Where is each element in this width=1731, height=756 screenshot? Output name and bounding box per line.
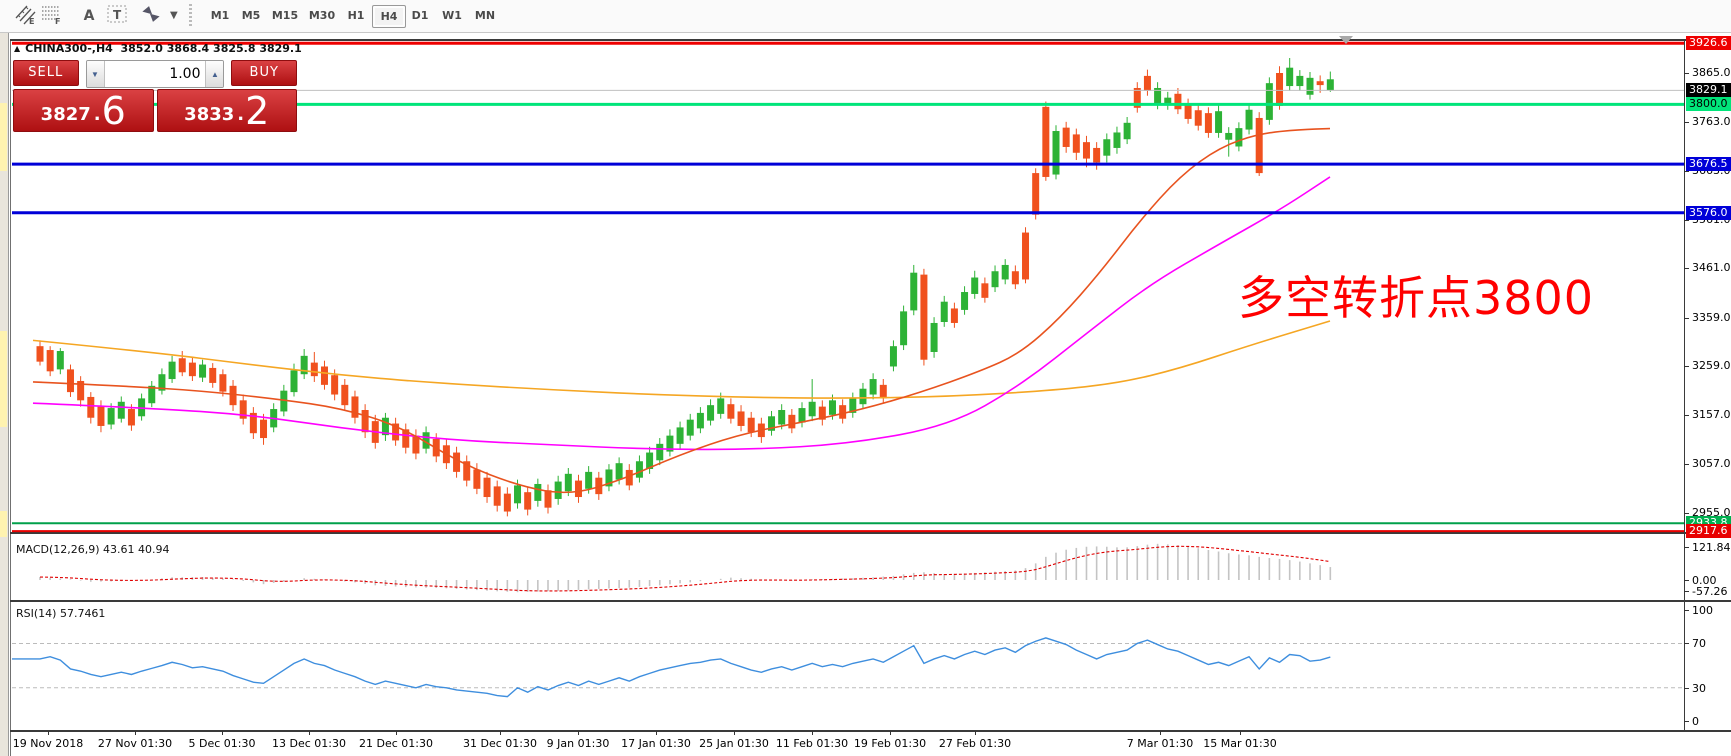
- price-line-label: 3576.0: [1686, 206, 1731, 220]
- chart-title-ohlc: 3852.0 3868.4 3825.8 3829.1: [120, 42, 301, 55]
- chart-title: ▲ CHINA300-,H4 3852.0 3868.4 3825.8 3829.…: [14, 42, 302, 55]
- price-line-label: 3800.0: [1686, 97, 1731, 111]
- macd-label: MACD(12,26,9) 43.61 40.94: [16, 543, 170, 556]
- collapse-triangle-icon[interactable]: ▲: [14, 44, 20, 53]
- volume-decrease-button[interactable]: ▼: [87, 61, 105, 87]
- buy-price-dot: .: [237, 102, 244, 128]
- sell-button[interactable]: SELL: [13, 60, 79, 86]
- volume-stepper: ▼ ▲: [86, 60, 225, 88]
- sell-price-pips: 6: [102, 94, 126, 128]
- buy-price-button[interactable]: 3833.2: [157, 89, 298, 132]
- volume-input[interactable]: [105, 61, 206, 87]
- chart-shift-marker-icon[interactable]: [1339, 36, 1353, 44]
- buy-price-pips: 2: [245, 94, 269, 128]
- price-line-label: 3676.5: [1686, 157, 1731, 171]
- one-click-trading-panel: SELL ▼ ▲ BUY 3827.6 3833.2: [13, 60, 297, 132]
- price-line-label: 3926.6: [1686, 36, 1731, 50]
- price-line-label: 2917.6: [1686, 524, 1731, 538]
- chart-annotation-text: 多空转折点3800: [1238, 262, 1594, 328]
- price-line-label: 3829.1: [1686, 83, 1731, 97]
- sell-price-button[interactable]: 3827.6: [13, 89, 154, 132]
- volume-increase-button[interactable]: ▲: [205, 61, 223, 87]
- sell-price-main: 3827: [41, 102, 91, 128]
- rsi-label: RSI(14) 57.7461: [16, 607, 105, 620]
- buy-price-main: 3833: [184, 102, 234, 128]
- mt4-terminal: E F A T ▼ M1M5M15M30H1H4D1W: [0, 0, 1731, 756]
- buy-button[interactable]: BUY: [231, 60, 297, 86]
- sell-price-dot: .: [94, 102, 101, 128]
- chart-title-symbol: CHINA300-,H4: [25, 42, 113, 55]
